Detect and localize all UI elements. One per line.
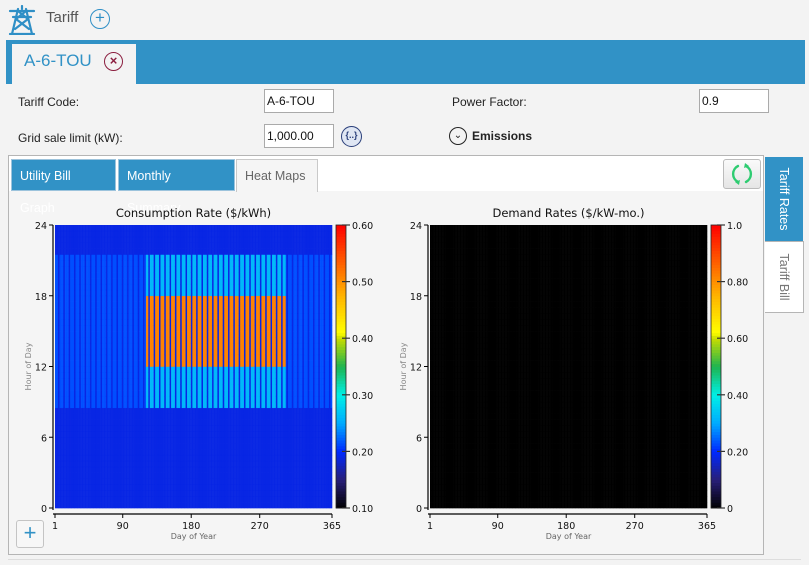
- refresh-icon: [731, 163, 753, 185]
- emissions-expander[interactable]: Emissions: [472, 129, 532, 143]
- tariff-code-label: Tariff Code:: [18, 95, 79, 109]
- page-title: Tariff: [46, 9, 78, 26]
- chart-title: Consumption Rate ($/kWh): [116, 206, 271, 220]
- consumption-rate-heatmap: Consumption Rate ($/kWh)061218241 90 180 27…: [24, 206, 373, 541]
- chevron-down-icon[interactable]: ⌄: [449, 127, 467, 145]
- tab-heat-maps[interactable]: Heat Maps: [236, 159, 318, 192]
- close-tab-button[interactable]: ×: [104, 52, 123, 71]
- transmission-tower-icon: [8, 4, 36, 36]
- grid-sale-limit-input[interactable]: 1,000.00: [264, 124, 334, 148]
- expression-editor-button[interactable]: {..}: [341, 126, 362, 147]
- side-tab-label: Tariff Bill: [777, 253, 791, 300]
- heatmap-cells: [55, 225, 333, 509]
- tab-monthly-summary[interactable]: Monthly Summary: [118, 159, 235, 215]
- document-tab-label: A-6-TOU: [24, 51, 92, 71]
- side-tab-tariff-bill[interactable]: Tariff Bill: [765, 241, 804, 313]
- tab-utility-bill-graph[interactable]: Utility Bill Graph: [11, 159, 116, 215]
- power-factor-label: Power Factor:: [452, 95, 527, 109]
- plus-circle-icon: +: [95, 8, 105, 27]
- grid-sale-limit-label: Grid sale limit (kW):: [18, 131, 123, 145]
- side-tab-tariff-rates[interactable]: Tariff Rates: [765, 157, 803, 241]
- refresh-button[interactable]: [723, 159, 761, 189]
- side-tab-label: Tariff Rates: [777, 168, 791, 231]
- close-circle-icon: ×: [110, 53, 118, 68]
- tariff-code-input[interactable]: A-6-TOU: [264, 89, 334, 113]
- power-factor-input[interactable]: 0.9: [699, 89, 769, 113]
- add-tariff-button[interactable]: +: [90, 9, 110, 29]
